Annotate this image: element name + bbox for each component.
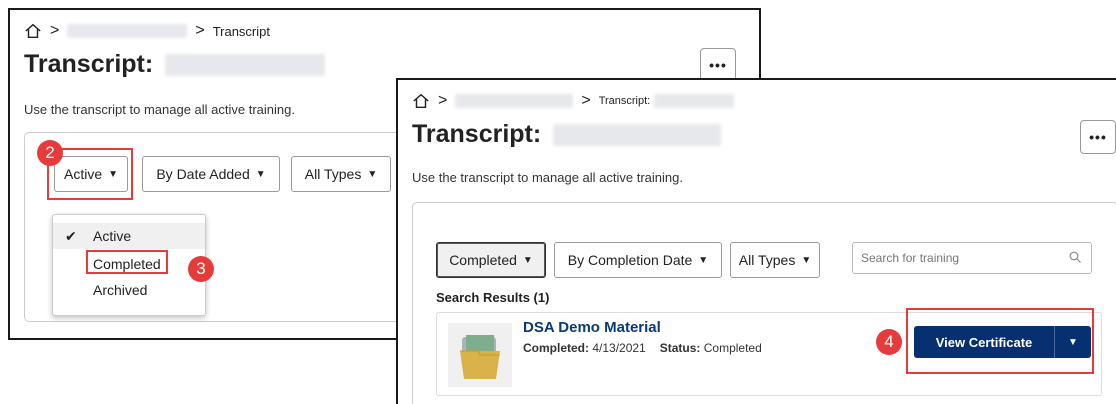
search-icon[interactable] (1069, 251, 1081, 263)
status-filter-dropdown[interactable]: Active ▼ (54, 156, 128, 192)
type-filter-label: All Types (738, 252, 796, 268)
home-icon[interactable] (24, 22, 42, 40)
breadcrumb-user-redacted (654, 94, 735, 108)
breadcrumb: > > Transcript: (412, 92, 735, 110)
view-certificate-split-button: View Certificate ▼ (914, 326, 1091, 358)
caret-down-icon: ▼ (698, 254, 709, 266)
status-filter-dropdown[interactable]: Completed ▼ (436, 242, 546, 278)
status-filter-label: Active (63, 166, 103, 182)
breadcrumb-link-redacted[interactable] (67, 24, 188, 38)
type-filter-label: All Types (304, 166, 362, 182)
sort-filter-dropdown[interactable]: By Completion Date ▼ (554, 242, 722, 278)
user-name-redacted (165, 53, 326, 76)
breadcrumb: > > Transcript (24, 22, 270, 40)
caret-down-icon: ▼ (1068, 336, 1078, 348)
view-certificate-button[interactable]: View Certificate (914, 335, 1054, 350)
home-icon[interactable] (412, 92, 430, 110)
search-placeholder: Search for training (861, 251, 960, 265)
caret-down-icon: ▼ (108, 168, 119, 180)
page-description: Use the transcript to manage all active … (412, 170, 683, 185)
caret-down-icon: ▼ (522, 254, 533, 266)
certificate-options-caret[interactable]: ▼ (1054, 326, 1091, 358)
page-title-text: Transcript: (24, 50, 154, 78)
status-label: Status: (659, 341, 701, 355)
menu-item-label: Archived (93, 282, 148, 298)
search-input[interactable]: Search for training (852, 242, 1092, 274)
step-callout-3: 3 (188, 256, 214, 282)
menu-item-archived[interactable]: Archived (53, 277, 205, 303)
status-value: Completed (703, 341, 762, 355)
training-meta: Completed: 4/13/2021 Status: Completed (523, 341, 762, 355)
sort-filter-dropdown[interactable]: By Date Added ▼ (142, 156, 280, 192)
completed-label: Completed: (523, 341, 589, 355)
menu-item-label: Active (93, 228, 132, 244)
more-options-icon: ••• (709, 57, 727, 73)
chevron-right-icon: > (50, 22, 60, 39)
page-title: Transcript: (24, 50, 326, 79)
caret-down-icon: ▼ (367, 168, 378, 180)
caret-down-icon: ▼ (801, 254, 812, 266)
breadcrumb-link-redacted[interactable] (455, 94, 574, 108)
search-results-count: Search Results (1) (436, 290, 550, 305)
menu-item-active[interactable]: ✔ Active (53, 223, 205, 249)
caret-down-icon: ▼ (255, 168, 266, 180)
chevron-right-icon: > (438, 92, 448, 109)
more-options-button[interactable]: ••• (700, 48, 736, 82)
status-filter-label: Completed (449, 252, 517, 268)
user-name-redacted (553, 123, 722, 146)
more-options-button[interactable]: ••• (1080, 120, 1116, 154)
check-icon: ✔ (65, 227, 77, 244)
highlight-completed-option (86, 250, 168, 274)
completed-date: 4/13/2021 (592, 341, 646, 355)
more-options-icon: ••• (1089, 129, 1107, 145)
page-title: Transcript: (412, 120, 722, 149)
transcript-window-completed: > > Transcript: Transcript: ••• Use the … (396, 78, 1116, 404)
sort-filter-label: By Completion Date (567, 252, 693, 268)
step-callout-2: 2 (37, 140, 63, 166)
chevron-right-icon: > (581, 92, 591, 109)
training-title-link[interactable]: DSA Demo Material (523, 319, 661, 336)
breadcrumb-current: Transcript (212, 23, 270, 39)
page-title-text: Transcript: (412, 120, 542, 148)
type-filter-dropdown[interactable]: All Types ▼ (730, 242, 820, 278)
chevron-right-icon: > (195, 22, 205, 39)
step-callout-4: 4 (876, 329, 902, 355)
sort-filter-label: By Date Added (156, 166, 250, 182)
folder-thumbnail-icon (448, 323, 512, 387)
type-filter-dropdown[interactable]: All Types ▼ (291, 156, 391, 192)
page-description: Use the transcript to manage all active … (24, 102, 295, 117)
breadcrumb-current: Transcript: (598, 95, 651, 107)
